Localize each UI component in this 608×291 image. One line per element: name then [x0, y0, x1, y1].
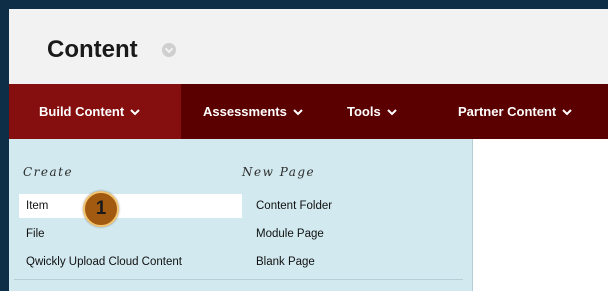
build-content-label: Build Content [39, 104, 125, 119]
chevron-down-icon [293, 109, 303, 116]
assessments-label: Assessments [203, 104, 287, 119]
tools-label: Tools [347, 104, 381, 119]
partner-content-menu[interactable]: Partner Content [458, 84, 572, 139]
chevron-down-icon [562, 109, 572, 116]
partner-content-label: Partner Content [458, 104, 557, 119]
page-title: Content [47, 36, 138, 63]
menu-item-file[interactable]: File [26, 222, 45, 246]
page-header: Content [9, 9, 608, 84]
menu-item-item[interactable]: Item [19, 194, 242, 218]
assessments-menu[interactable]: Assessments [203, 84, 303, 139]
menu-item-blank-page[interactable]: Blank Page [256, 250, 315, 274]
build-content-menu[interactable]: Build Content [9, 84, 181, 139]
dropdown-divider [14, 279, 463, 280]
chevron-down-icon [130, 109, 140, 116]
menu-item-content-folder[interactable]: Content Folder [256, 194, 332, 218]
action-bar: Build Content Assessments Tools Partner … [9, 84, 608, 139]
build-content-dropdown: Create New Page Item File Qwickly Upload… [9, 139, 473, 291]
menu-item-qwickly-upload[interactable]: Qwickly Upload Cloud Content [26, 250, 182, 274]
chevron-down-circle-icon[interactable] [162, 43, 176, 57]
create-heading: Create [23, 165, 74, 179]
new-page-heading: New Page [242, 165, 316, 179]
tools-menu[interactable]: Tools [347, 84, 397, 139]
chevron-down-icon [386, 109, 397, 116]
content-page: Content Build Content Assessments Tools … [9, 9, 608, 291]
menu-item-module-page[interactable]: Module Page [256, 222, 324, 246]
step-marker: 1 [83, 191, 119, 227]
